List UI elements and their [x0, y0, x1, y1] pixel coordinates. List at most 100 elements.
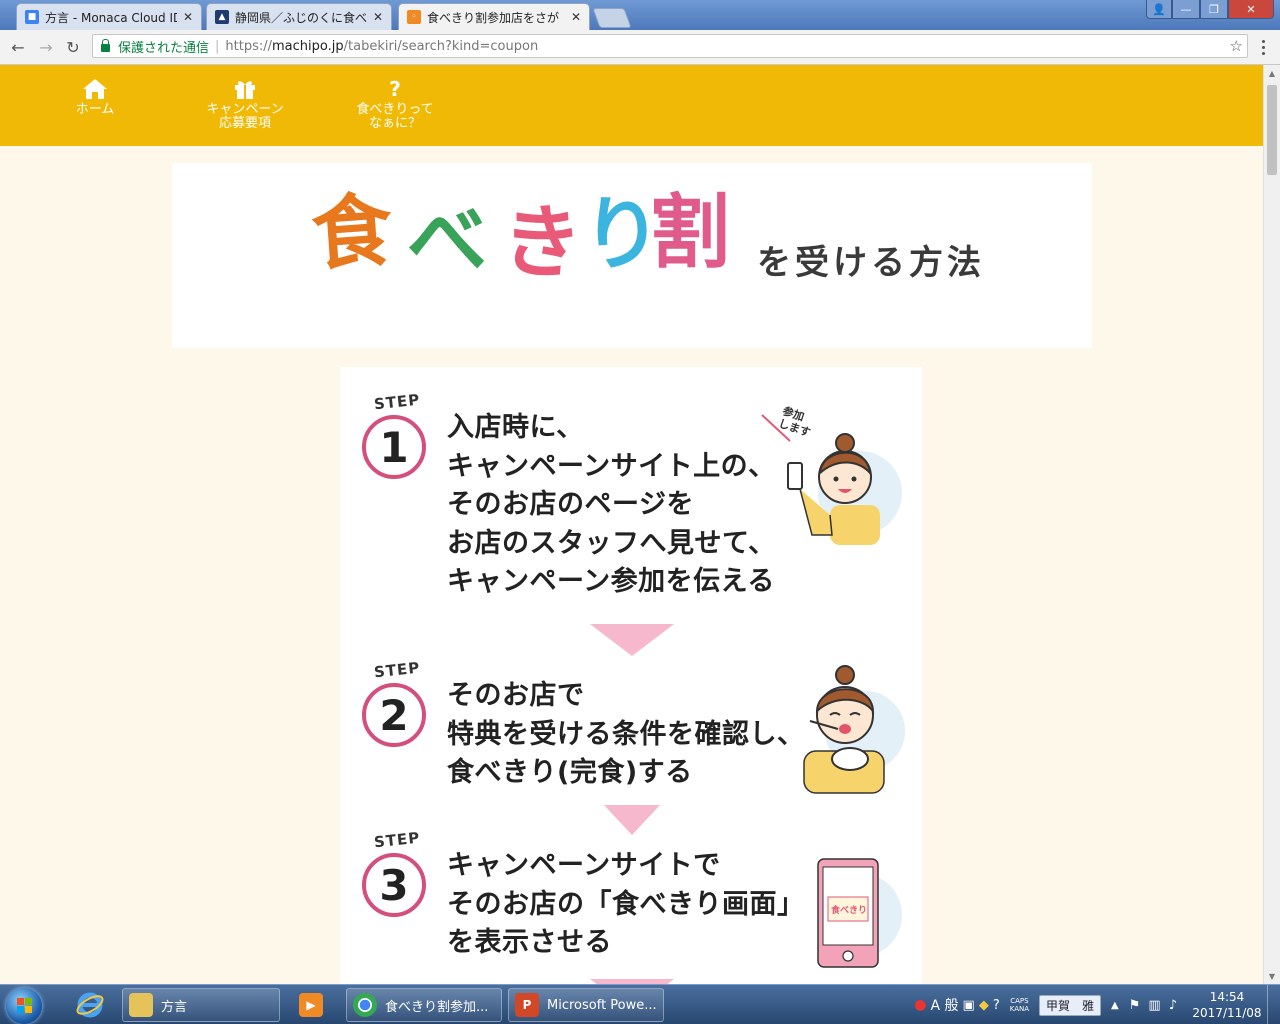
new-tab-button[interactable] [592, 8, 632, 28]
site-nav-bar: ホーム キャンペーン 応募要項 ? 食べきりって なぁに？ [0, 65, 1263, 146]
tab-title: 方言 - Monaca Cloud IDE [45, 10, 177, 25]
ime-mode[interactable]: A 般 [931, 995, 959, 1015]
step-text: キャンペーンサイトで そのお店の「食べきり画面」 を表示させる [447, 850, 805, 958]
user-icon[interactable]: 👤 [1146, 0, 1172, 19]
nav-about[interactable]: ? 食べきりって なぁに？ [325, 77, 465, 131]
nav-label: ホーム [75, 102, 115, 117]
taskbar-item-folder[interactable]: 方言 [122, 988, 280, 1022]
kana-indicator: KANA [1009, 1005, 1030, 1013]
forward-button[interactable]: → [35, 36, 57, 58]
banner-char: べ [407, 194, 487, 287]
folder-icon [129, 993, 153, 1017]
tab-strip: ■ 方言 - Monaca Cloud IDE ✕ ▲ 静岡県／ふじのくに食べき… [0, 0, 1280, 30]
step-number: 3 [362, 853, 426, 917]
action-center-icon[interactable]: ⚑ [1129, 998, 1141, 1013]
taskbar-label: Microsoft Powe... [547, 997, 657, 1013]
network-icon[interactable]: ▥ [1148, 998, 1160, 1013]
step-text: そのお店で 特典を受ける条件を確認し、 食べきり(完食)する [447, 680, 805, 788]
browser-menu-icon[interactable] [1256, 38, 1270, 56]
bookmark-star-icon[interactable]: ☆ [1230, 37, 1243, 55]
volume-icon[interactable]: ♪ [1169, 998, 1177, 1013]
scroll-down-icon[interactable]: ▼ [1264, 968, 1280, 984]
step-label: STEP [373, 390, 422, 414]
start-button[interactable] [6, 988, 42, 1024]
maximize-button[interactable]: ❐ [1200, 0, 1228, 19]
scroll-thumb[interactable] [1267, 85, 1277, 175]
browser-toolbar: ← → ↻ 保護された通信 | https://machipo.jp/tabek… [0, 30, 1280, 65]
ime-dict-icon[interactable]: ◆ [979, 998, 989, 1013]
monaca-favicon-icon: ■ [25, 10, 39, 24]
ime-user-box[interactable]: 甲賀 雅 [1039, 994, 1102, 1016]
show-hidden-icons-icon[interactable]: ▲ [1111, 1000, 1119, 1011]
steps-panel: STEP 1 入店時に、 キャンペーンサイト上の、 そのお店のページを お店のス… [340, 367, 922, 984]
vertical-scrollbar[interactable]: ▲ ▼ [1263, 65, 1280, 984]
media-player-icon[interactable]: ▶ [288, 988, 334, 1022]
step-label: STEP [373, 658, 422, 682]
home-icon [25, 77, 165, 101]
taskbar: 方言 ▶ 食べきり割参加... P Microsoft Powe... ● A … [0, 984, 1280, 1024]
chrome-icon [353, 993, 377, 1017]
url-path: /tabekiri/search?kind=coupon [343, 38, 539, 54]
back-button[interactable]: ← [7, 36, 29, 58]
banner-char: き [499, 193, 585, 292]
smartphone-illustration: 食べきり [790, 857, 905, 976]
page-viewport: ホーム キャンペーン 応募要項 ? 食べきりって なぁに？ 食 べ き り 割 … [0, 65, 1263, 984]
clock[interactable]: 14:54 2017/11/08 [1187, 989, 1267, 1021]
show-desktop-button[interactable] [1267, 985, 1280, 1024]
powerpoint-icon: P [515, 993, 539, 1017]
divider: | [215, 38, 220, 54]
nav-label: 食べきりって なぁに？ [356, 102, 434, 131]
step-arrow [604, 805, 660, 835]
machipo-favicon-icon: ◦ [407, 10, 421, 24]
nav-home[interactable]: ホーム [25, 77, 165, 117]
close-tab-icon[interactable]: ✕ [183, 10, 193, 24]
step-text: 入店時に、 キャンペーンサイト上の、 そのお店のページを お店のスタッフへ見せて… [447, 412, 776, 597]
taskbar-item-powerpoint[interactable]: P Microsoft Powe... [508, 988, 664, 1022]
help-icon[interactable]: ? [993, 998, 1000, 1013]
system-tray: ● A 般 ▣ ◆ ? CAPS KANA 甲賀 雅 ▲ ⚑ ▥ ♪ 14:54… [912, 985, 1280, 1024]
url-host: machipo.jp [272, 38, 344, 54]
shizuoka-favicon-icon: ▲ [215, 10, 229, 24]
step-number: 1 [362, 415, 426, 479]
woman-eating-illustration [790, 651, 910, 800]
clock-date: 2017/11/08 [1192, 1006, 1262, 1020]
tab-shizuoka[interactable]: ▲ 静岡県／ふじのくに食べきり ✕ [206, 3, 392, 30]
caps-indicator: CAPS [1010, 997, 1029, 1005]
phone-screen-title: 食べきり [831, 906, 868, 916]
tab-title: 静岡県／ふじのくに食べきり [235, 10, 367, 25]
close-window-button[interactable]: ✕ [1228, 0, 1274, 19]
reload-button[interactable]: ↻ [62, 36, 84, 58]
nav-campaign[interactable]: キャンペーン 応募要項 [175, 77, 315, 131]
taskbar-label: 食べきり割参加... [385, 999, 489, 1015]
step-number: 2 [362, 683, 426, 747]
ime-tool-icon[interactable]: ▣ [963, 998, 975, 1013]
tab-title: 食べきり割参加店をさが [427, 10, 560, 25]
ime-bar[interactable]: ● A 般 ▣ ◆ ? CAPS KANA [912, 995, 1033, 1015]
internet-explorer-icon[interactable] [66, 988, 114, 1022]
tab-monaca[interactable]: ■ 方言 - Monaca Cloud IDE ✕ [16, 3, 202, 30]
minimize-button[interactable]: — [1172, 0, 1200, 19]
taskbar-label: 方言 [161, 999, 188, 1015]
step-arrow [590, 624, 674, 656]
banner-char: 割 [650, 186, 730, 279]
url-scheme: https:// [225, 38, 273, 54]
ime-flag-icon: ● [914, 997, 927, 1013]
gift-icon [175, 77, 315, 101]
step-label: STEP [373, 828, 422, 852]
nav-label: キャンペーン 応募要項 [206, 102, 284, 131]
address-bar[interactable]: 保護された通信 | https://machipo.jp/tabekiri/se… [92, 34, 1248, 58]
window-controls: 👤 — ❐ ✕ [1146, 0, 1274, 19]
clock-time: 14:54 [1209, 990, 1245, 1004]
title-banner: 食 べ き り 割 を受ける方法 [172, 163, 1092, 348]
banner-subtitle: を受ける方法 [757, 243, 985, 283]
question-icon: ? [389, 77, 401, 101]
scroll-up-icon[interactable]: ▲ [1264, 65, 1280, 81]
close-tab-icon[interactable]: ✕ [373, 10, 383, 24]
woman-with-phone-illustration: 参加 します [760, 405, 905, 554]
security-label: 保護された通信 [118, 40, 210, 56]
close-tab-icon[interactable]: ✕ [571, 10, 581, 24]
taskbar-item-chrome[interactable]: 食べきり割参加... [346, 988, 502, 1022]
banner-char: 食 [308, 183, 396, 282]
lock-icon [101, 38, 110, 52]
tab-tabekiri[interactable]: ◦ 食べきり割参加店をさが ✕ [398, 3, 590, 30]
